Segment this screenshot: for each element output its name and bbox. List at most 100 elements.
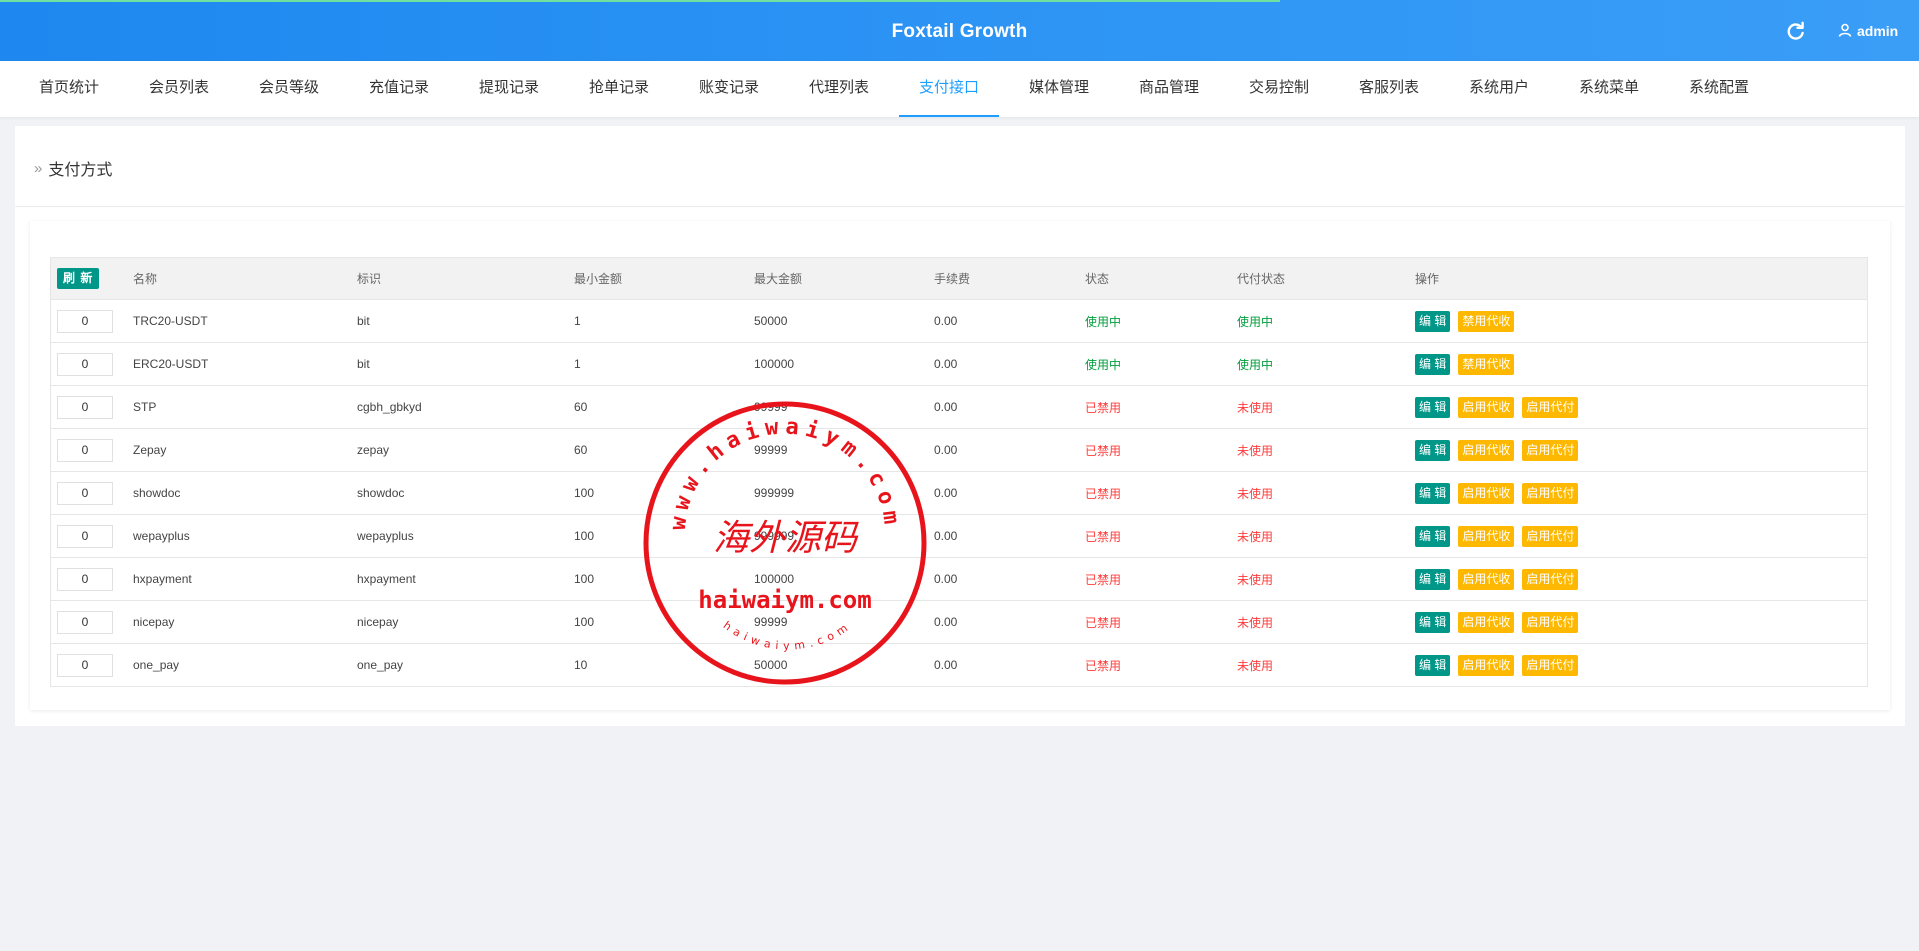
ops-cell: 编 辑启用代收 启用代付 [1415, 601, 1579, 643]
column-header-fee: 手续费 [934, 272, 971, 286]
toggle-payout-button[interactable]: 启用代付 [1522, 568, 1579, 590]
toggle-payout-button[interactable]: 启用代付 [1522, 439, 1579, 461]
ops-cell: 编 辑禁用代收 [1415, 300, 1515, 342]
table-row: 0 TRC20-USDT bit 1 50000 0.00 使用中 使用中 编 辑禁用代收 [51, 299, 1867, 342]
toggle-collect-button[interactable]: 禁用代收 [1458, 353, 1515, 375]
cell-max: 100000 [754, 357, 795, 371]
column-header-min: 最小金额 [574, 272, 623, 286]
toggle-payout-button[interactable]: 启用代付 [1522, 611, 1579, 633]
nav-tab-2[interactable]: 会员等级 [239, 61, 339, 117]
cell-min: 100 [574, 572, 595, 586]
nav-tab-5[interactable]: 抢单记录 [569, 61, 669, 117]
ops-cell: 编 辑启用代收 启用代付 [1415, 386, 1579, 428]
cell-min: 1 [574, 357, 581, 371]
page-card: » 支付方式 刷 新 名称 标识 最小金额 最大金额 手续费 状态 代付状态 操… [15, 126, 1905, 726]
double-chevron-right-icon: » [34, 159, 43, 177]
ops-cell: 编 辑启用代收 启用代付 [1415, 515, 1579, 557]
toggle-collect-button[interactable]: 启用代收 [1458, 654, 1515, 676]
status-text: 已禁用 [1085, 529, 1122, 544]
nav-tab-11[interactable]: 交易控制 [1229, 61, 1329, 117]
edit-button[interactable]: 编 辑 [1415, 568, 1451, 590]
toggle-collect-button[interactable]: 启用代收 [1458, 396, 1515, 418]
sort-order-input[interactable]: 0 [57, 481, 113, 505]
toggle-payout-button[interactable]: 启用代付 [1522, 525, 1579, 547]
cell-min: 10 [574, 658, 588, 672]
sort-cell: 0 [57, 386, 113, 428]
edit-button[interactable]: 编 辑 [1415, 611, 1451, 633]
nav-tab-9[interactable]: 媒体管理 [1009, 61, 1109, 117]
nav-tab-10[interactable]: 商品管理 [1119, 61, 1219, 117]
main-nav: 首页统计 会员列表 会员等级 充值记录 提现记录 抢单记录 账变记录 代理列表 支付接口 媒体管理… [0, 61, 1919, 117]
toggle-collect-button[interactable]: 启用代收 [1458, 525, 1515, 547]
table-row: 0 wepayplus wepayplus 100 999999 0.00 已禁用 未使用 编 … [51, 514, 1867, 557]
edit-button[interactable]: 编 辑 [1415, 482, 1451, 504]
cell-min: 60 [574, 400, 588, 414]
top-header-bar: Foxtail Growth admin [0, 0, 1919, 61]
sort-cell: 0 [57, 601, 113, 643]
nav-tab-3[interactable]: 充值记录 [349, 61, 449, 117]
sort-order-input[interactable]: 0 [57, 395, 113, 419]
column-header-name: 名称 [133, 272, 158, 286]
ops-cell: 编 辑启用代收 启用代付 [1415, 558, 1579, 600]
edit-button[interactable]: 编 辑 [1415, 353, 1451, 375]
sort-cell: 0 [57, 429, 113, 471]
nav-tab-12[interactable]: 客服列表 [1339, 61, 1439, 117]
toggle-payout-button[interactable]: 启用代付 [1522, 396, 1579, 418]
sort-order-input[interactable]: 0 [57, 438, 113, 462]
nav-tab-15[interactable]: 系统配置 [1669, 61, 1769, 117]
cell-tag: hxpayment [357, 572, 416, 586]
status-text: 已禁用 [1085, 443, 1122, 458]
nav-tab-14[interactable]: 系统菜单 [1559, 61, 1659, 117]
ops-cell: 编 辑启用代收 启用代付 [1415, 644, 1579, 686]
edit-button[interactable]: 编 辑 [1415, 396, 1451, 418]
status-text: 使用中 [1085, 357, 1122, 372]
payout-status-text: 未使用 [1237, 529, 1274, 544]
sort-order-input[interactable]: 0 [57, 309, 113, 333]
toggle-payout-button[interactable]: 启用代付 [1522, 654, 1579, 676]
user-menu[interactable]: admin [1838, 19, 1898, 43]
status-text: 使用中 [1085, 314, 1122, 329]
sort-order-input[interactable]: 0 [57, 524, 113, 548]
edit-button[interactable]: 编 辑 [1415, 654, 1451, 676]
table-refresh-button[interactable]: 刷 新 [57, 268, 100, 289]
breadcrumb: » 支付方式 [34, 156, 112, 180]
nav-tab-0[interactable]: 首页统计 [19, 61, 119, 117]
toggle-collect-button[interactable]: 启用代收 [1458, 482, 1515, 504]
payout-status-text: 使用中 [1237, 314, 1274, 329]
sort-order-input[interactable]: 0 [57, 352, 113, 376]
sort-order-input[interactable]: 0 [57, 567, 113, 591]
content-card: 刷 新 名称 标识 最小金额 最大金额 手续费 状态 代付状态 操作 0 TRC2… [30, 221, 1890, 710]
payout-status-text: 未使用 [1237, 572, 1274, 587]
cell-fee: 0.00 [934, 357, 958, 371]
nav-tab-6[interactable]: 账变记录 [679, 61, 779, 117]
toggle-collect-button[interactable]: 启用代收 [1458, 439, 1515, 461]
sort-cell: 0 [57, 300, 113, 342]
toggle-collect-button[interactable]: 启用代收 [1458, 611, 1515, 633]
cell-name: Zepay [133, 443, 167, 457]
cell-fee: 0.00 [934, 615, 958, 629]
cell-max: 100000 [754, 572, 795, 586]
sort-order-input[interactable]: 0 [57, 610, 113, 634]
edit-button[interactable]: 编 辑 [1415, 525, 1451, 547]
cell-fee: 0.00 [934, 529, 958, 543]
payment-table: 刷 新 名称 标识 最小金额 最大金额 手续费 状态 代付状态 操作 0 TRC2… [50, 257, 1868, 687]
user-icon [1838, 23, 1852, 40]
cell-tag: wepayplus [357, 529, 414, 543]
refresh-icon[interactable] [1784, 19, 1808, 43]
nav-tab-4[interactable]: 提现记录 [459, 61, 559, 117]
cell-name: one_pay [133, 658, 180, 672]
edit-button[interactable]: 编 辑 [1415, 310, 1451, 332]
nav-tab-1[interactable]: 会员列表 [129, 61, 229, 117]
cell-name: ERC20-USDT [133, 357, 209, 371]
nav-tab-8[interactable]: 支付接口 [899, 61, 999, 117]
sort-order-input[interactable]: 0 [57, 653, 113, 677]
toggle-payout-button[interactable]: 启用代付 [1522, 482, 1579, 504]
nav-tab-7[interactable]: 代理列表 [789, 61, 889, 117]
cell-tag: cgbh_gbkyd [357, 400, 422, 414]
toggle-collect-button[interactable]: 禁用代收 [1458, 310, 1515, 332]
edit-button[interactable]: 编 辑 [1415, 439, 1451, 461]
cell-min: 100 [574, 529, 595, 543]
payout-status-text: 使用中 [1237, 357, 1274, 372]
toggle-collect-button[interactable]: 启用代收 [1458, 568, 1515, 590]
nav-tab-13[interactable]: 系统用户 [1449, 61, 1549, 117]
